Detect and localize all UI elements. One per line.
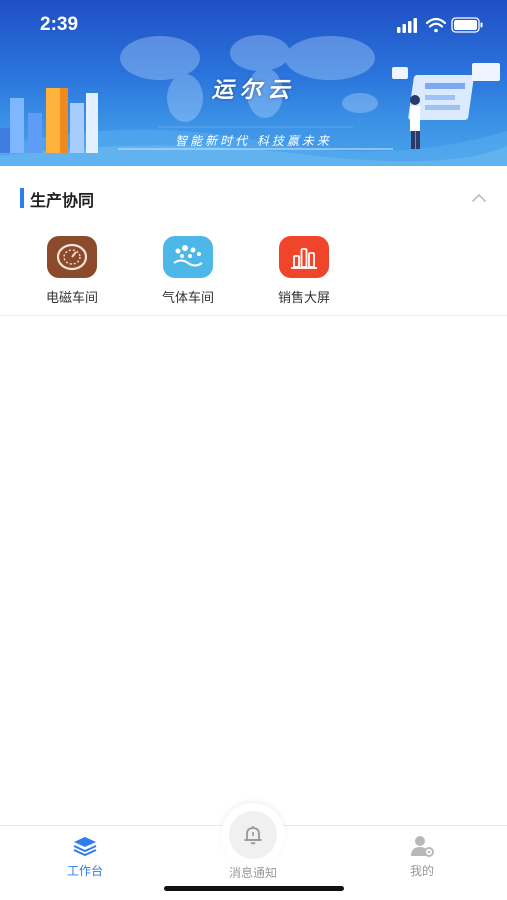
app-label: 销售大屏 [277, 291, 330, 306]
header-banner: 2:39 运尔云 智能新时代 科技赢未来 [0, 0, 507, 166]
home-indicator[interactable] [164, 886, 344, 891]
tab-label: 我的 [409, 864, 434, 878]
wifi-icon [425, 17, 447, 33]
app-grid: 电磁车间 气体车间 销售大屏 [0, 226, 507, 316]
status-bar: 2:39 [0, 0, 507, 50]
app-brand-title: 运尔云 [211, 78, 296, 103]
app-label: 气体车间 [161, 291, 214, 306]
tab-workbench[interactable]: 工作台 [30, 834, 140, 879]
gauge-icon [47, 236, 97, 278]
divider [0, 315, 507, 316]
user-settings-icon [411, 836, 434, 857]
bubbles-icon [163, 236, 213, 278]
bell-icon [244, 826, 262, 845]
stack-icon [73, 837, 97, 857]
section-header: 生产协同 [0, 166, 507, 226]
status-time: 2:39 [40, 14, 79, 35]
chevron-up-icon[interactable] [469, 188, 489, 208]
tab-label: 工作台 [66, 864, 103, 878]
app-gas-workshop[interactable]: 气体车间 [133, 236, 243, 316]
section-marker [20, 188, 24, 208]
app-electromagnetic-workshop[interactable]: 电磁车间 [17, 236, 127, 316]
notifications-center-button[interactable] [221, 803, 285, 867]
status-icons [397, 17, 483, 33]
app-label: 电磁车间 [45, 291, 98, 306]
signal-icon [397, 18, 417, 33]
tab-mine[interactable]: 我的 [367, 834, 477, 879]
section-title: 生产协同 [30, 191, 95, 210]
bar-chart-icon [279, 236, 329, 278]
app-sales-dashboard[interactable]: 销售大屏 [249, 236, 359, 316]
banner-slogan: 智能新时代 科技赢未来 [175, 134, 332, 148]
battery-icon [451, 17, 483, 33]
